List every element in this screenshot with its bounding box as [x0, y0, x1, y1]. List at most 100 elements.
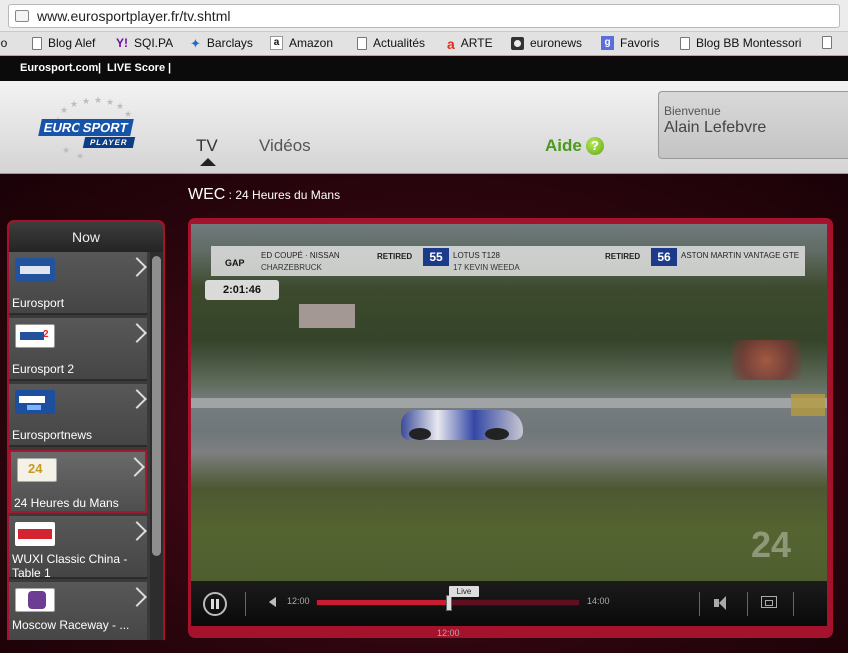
channel-logo-icon [15, 390, 55, 414]
chevron-right-icon [127, 587, 147, 607]
channel-sidebar: Now Moscow Raceway - ... WUXI Classic Chi… [7, 220, 165, 640]
channel-code: WEC [188, 186, 226, 203]
page-icon [32, 36, 42, 50]
page-icon [680, 36, 690, 50]
control-divider [245, 592, 246, 616]
user-name: Alain Lefebvre [664, 119, 767, 136]
car-number-badge: 55 [423, 248, 449, 266]
rewind-icon[interactable] [269, 597, 276, 607]
channel-logo-icon [15, 324, 55, 348]
separator: | [98, 62, 102, 74]
page-icon [822, 36, 832, 49]
control-divider [699, 592, 700, 616]
bookmark-item[interactable]: g Favoris [601, 36, 659, 50]
bookmark-item[interactable]: Actualités [357, 36, 425, 50]
main-content: WEC : 24 Heures du Mans Now Moscow Racew… [0, 174, 848, 653]
fullscreen-icon[interactable] [761, 596, 777, 608]
scrollbar-thumb[interactable] [152, 256, 161, 556]
bookmark-label: Blog BB Montessori [696, 36, 802, 50]
track-barrier [191, 398, 827, 408]
eurosport-player-logo[interactable]: ★ ★ ★ ★ ★ ★ ★ ★ ★ ★ EURO SPORT PLAYER [38, 95, 138, 161]
video-area[interactable]: GAP ED COUPÉ · NISSAN CHARZEBRUCK RETIRE… [191, 224, 827, 581]
channel-item[interactable]: 24 Heures du Mans [9, 450, 147, 513]
bookmark-item[interactable]: Blog Alef [32, 36, 95, 50]
bookmark-item[interactable]: ✦ Barclays [190, 36, 253, 51]
race-elapsed-time: 2:01:46 [205, 280, 279, 300]
timeline-progress [317, 600, 449, 605]
google-icon: g [601, 36, 614, 50]
bookmark-label: Blog Alef [48, 36, 96, 50]
separator: | [168, 62, 172, 74]
channel-title: WEC : 24 Heures du Mans [188, 186, 340, 204]
page-icon[interactable] [822, 36, 838, 49]
channel-logo-icon [15, 588, 55, 612]
bookmark-item[interactable]: a ARTE [447, 36, 493, 52]
start-time: 12:00 [287, 596, 310, 606]
trackside-sign [791, 394, 825, 416]
timeline-handle[interactable] [446, 595, 452, 611]
bookmark-item[interactable]: Blog BB Montessori [680, 36, 801, 50]
channel-label: Eurosportnews [12, 428, 93, 442]
bookmark-label: ARTE [460, 36, 493, 50]
channel-list: Moscow Raceway - ... WUXI Classic China -… [9, 252, 163, 640]
channel-item[interactable]: Eurosport [9, 252, 147, 315]
bookmark-item[interactable]: éo [0, 36, 7, 50]
retired-label: RETIRED [605, 252, 641, 261]
channel-logo-icon [15, 258, 55, 282]
yahoo-icon: Y! [116, 36, 128, 50]
live-score-link[interactable]: LIVE Score [107, 62, 165, 74]
barclays-icon: ✦ [190, 36, 201, 51]
bookmark-label: éo [0, 36, 8, 50]
sidebar-heading: Now [9, 222, 163, 252]
chevron-right-icon [127, 257, 147, 277]
channel-list-scrollbar[interactable] [150, 252, 163, 640]
control-divider [747, 592, 748, 616]
car-number-badge: 56 [651, 248, 677, 266]
overlay-text: ASTON MARTIN VANTAGE GTE [681, 251, 800, 260]
channel-label: WUXI Classic China - Table 1 [12, 552, 128, 580]
page-icon [357, 36, 367, 50]
channel-item[interactable]: Eurosportnews [9, 384, 147, 447]
channel-item[interactable]: Eurosport 2 [9, 318, 147, 381]
overlay-text: ED COUPÉ · NISSAN [261, 251, 340, 260]
bookmarks-bar: éo Blog Alef Y! SQI.PA ✦ Barclays a Amazon Actua… [0, 32, 848, 56]
chevron-right-icon [127, 521, 147, 541]
nav-tab-videos[interactable]: Vidéos [259, 136, 311, 156]
site-top-bar: Eurosport.com | LIVE Score | [0, 57, 848, 81]
help-label: Aide [545, 136, 582, 155]
overlay-text: LOTUS T128 [453, 251, 500, 260]
channel-event: 24 Heures du Mans [235, 188, 341, 202]
live-badge: Live [449, 586, 479, 597]
volume-icon[interactable] [714, 596, 734, 610]
bookmark-item[interactable]: Y! SQI.PA [116, 36, 173, 50]
page-icon [15, 10, 29, 22]
nav-tab-tv[interactable]: TV [196, 136, 218, 156]
channel-label: 24 Heures du Mans [14, 496, 119, 510]
timeline-track[interactable]: Live 12:00 [316, 586, 580, 638]
active-tab-caret-icon [200, 158, 216, 166]
channel-label: Eurosport [12, 296, 65, 310]
bookmark-label: Amazon [289, 36, 334, 50]
bookmark-item[interactable]: a Amazon [270, 36, 333, 50]
address-field[interactable]: www.eurosportplayer.fr/tv.shtml [8, 4, 840, 28]
bookmark-item[interactable]: euronews [511, 36, 582, 50]
help-icon: ? [585, 137, 604, 155]
overlay-text: 17 KEVIN WEEDA [453, 263, 520, 272]
race-car [401, 410, 523, 440]
address-text[interactable]: www.eurosportplayer.fr/tv.shtml [37, 8, 230, 24]
eurosport-link[interactable]: Eurosport.com [20, 62, 98, 74]
bookmark-label: SQI.PA [134, 36, 174, 50]
channel-logo-icon [17, 458, 57, 482]
pause-button[interactable] [203, 592, 227, 616]
channel-item[interactable]: Moscow Raceway - ... [9, 582, 147, 640]
current-time: 12:00 [437, 628, 460, 638]
channel-logo-icon [15, 522, 55, 546]
control-divider [793, 592, 794, 616]
arte-icon: a [447, 36, 455, 52]
bookmark-label: Favoris [620, 36, 660, 50]
trackside-object [731, 340, 801, 380]
channel-separator: : [225, 188, 236, 202]
nav-help-link[interactable]: Aide ? [545, 136, 604, 156]
channel-item[interactable]: WUXI Classic China - Table 1 [9, 516, 147, 580]
user-welcome-box[interactable]: Bienvenue Alain Lefebvre [658, 91, 848, 159]
